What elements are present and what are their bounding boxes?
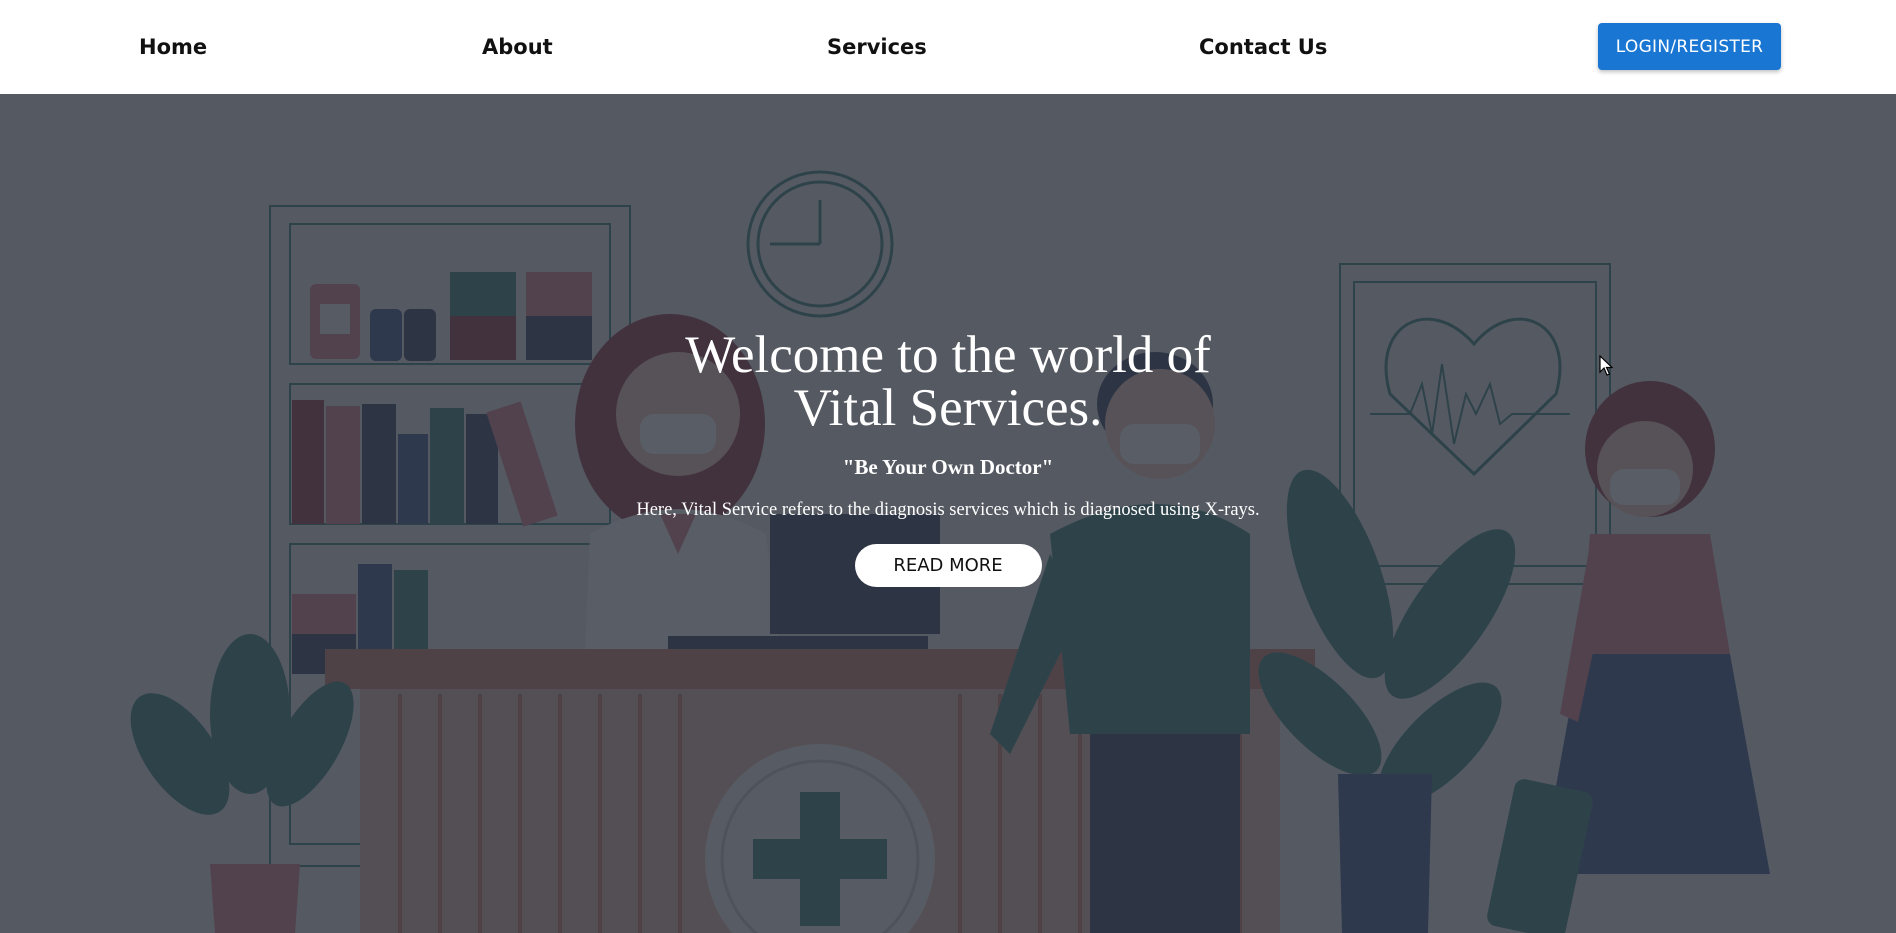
nav-link-contact-us[interactable]: Contact Us <box>1199 34 1327 60</box>
read-more-button[interactable]: READ MORE <box>854 544 1042 587</box>
hero-content: Welcome to the world of Vital Services. … <box>598 329 1298 587</box>
nav-link-about[interactable]: About <box>482 34 553 60</box>
mouse-cursor-icon <box>1599 355 1613 376</box>
hero-section: Welcome to the world of Vital Services. … <box>0 94 1896 933</box>
hero-title-line-2: Vital Services. <box>793 379 1103 437</box>
top-navbar: Home About Services Contact Us LOGIN/REG… <box>0 0 1896 94</box>
hero-tagline: "Be Your Own Doctor" <box>842 455 1054 479</box>
hero-title-line-1: Welcome to the world of <box>685 326 1211 384</box>
hero-description: Here, Vital Service refers to the diagno… <box>636 500 1260 520</box>
login-register-button[interactable]: LOGIN/REGISTER <box>1598 23 1781 70</box>
hero-title: Welcome to the world of Vital Services. <box>598 329 1298 435</box>
nav-link-services[interactable]: Services <box>827 34 927 60</box>
nav-link-home[interactable]: Home <box>139 34 207 60</box>
